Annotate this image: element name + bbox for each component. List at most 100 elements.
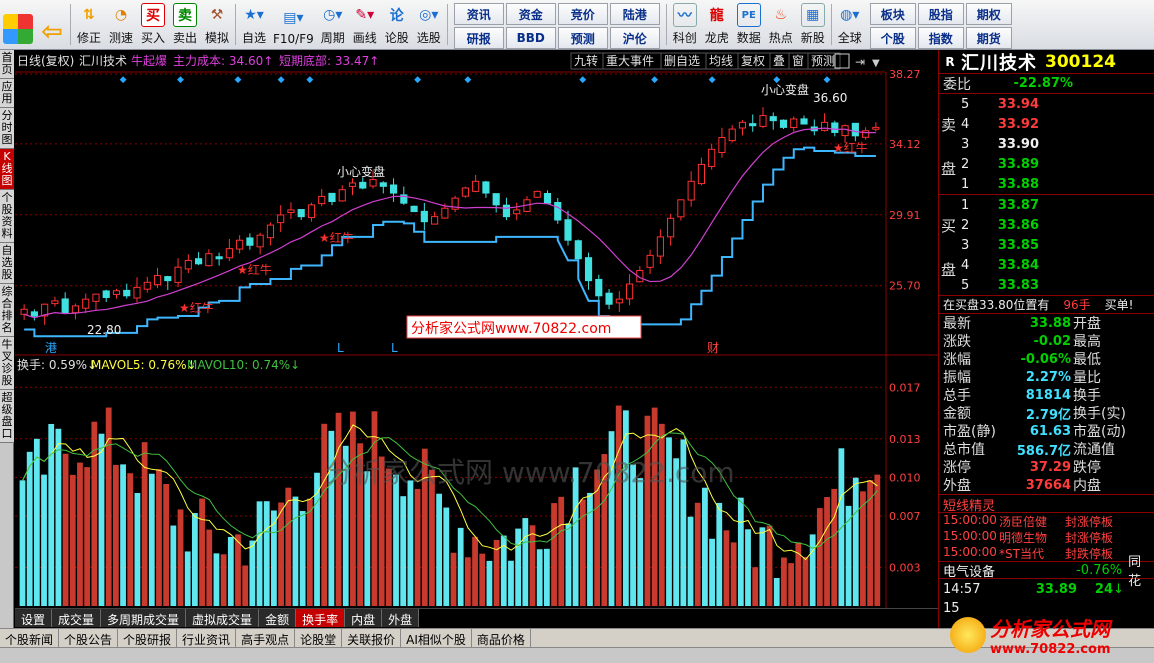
indicator-tab[interactable]: 内盘	[345, 609, 383, 627]
event-marker-icon[interactable]: ◆	[709, 75, 716, 85]
funds-button[interactable]: 资金	[505, 3, 556, 25]
sellbook-level[interactable]: 1 33.88	[939, 174, 1154, 194]
info-button[interactable]: 资讯	[453, 3, 504, 25]
candle-body	[348, 182, 357, 187]
buybook-level[interactable]: 2 33.86	[939, 215, 1154, 235]
news-tab[interactable]: 论股堂	[295, 629, 343, 647]
elf-item[interactable]: 15:00:00 *ST当代 封跌停板	[939, 545, 1154, 561]
dropdown-arrow-icon[interactable]: ▼	[872, 58, 880, 69]
left-tab-4[interactable]: 个股资料	[0, 190, 14, 243]
sell-button[interactable]: 卖卖出	[169, 0, 201, 49]
hot-button[interactable]: ♨ 热点	[765, 0, 797, 49]
watchlist-button[interactable]: ★▾ 自选	[238, 0, 270, 49]
buybook-level[interactable]: 3 33.85	[939, 235, 1154, 255]
f10-button[interactable]: ▤▾ F10/F9	[270, 0, 317, 49]
news-tab[interactable]: 商品价格	[472, 629, 531, 647]
sh-london-button[interactable]: 沪伦	[609, 27, 660, 49]
event-marker-icon[interactable]: ◆	[824, 75, 831, 85]
options-button[interactable]: 期权	[965, 3, 1012, 25]
back-button[interactable]: ⇦	[36, 0, 68, 49]
sci-tech-button[interactable]: 〰科创	[669, 0, 701, 49]
event-marker-icon[interactable]: ◆	[414, 75, 421, 85]
next-arrow-icon[interactable]: ⇥	[855, 55, 865, 69]
left-tab-0[interactable]: 首页	[0, 50, 14, 79]
left-tab-5[interactable]: 自选股	[0, 243, 14, 284]
marker-label[interactable]: 港	[45, 341, 57, 355]
auction-button[interactable]: 竞价	[557, 3, 608, 25]
indicator-tab[interactable]: 虚拟成交量	[186, 609, 260, 627]
bbd-button[interactable]: BBD	[505, 27, 556, 49]
news-tab[interactable]: 高手观点	[236, 629, 296, 647]
index-futures-button[interactable]: 股指	[917, 3, 964, 25]
turnover-bar	[98, 433, 105, 606]
event-marker-icon[interactable]: ◆	[464, 75, 471, 85]
period-button[interactable]: ◷▾ 周期	[317, 0, 349, 49]
indicator-tab[interactable]: 设置	[15, 609, 53, 627]
new-stock-button[interactable]: ▦ 新股	[797, 0, 829, 49]
global-button[interactable]: ◍▾ 全球	[834, 0, 866, 49]
stopwatch-icon: ◔	[114, 7, 128, 23]
short-bottom-value: 短期底部: 33.47↑	[279, 53, 379, 68]
marker-label[interactable]: L	[337, 341, 344, 355]
turnover-bar	[192, 513, 198, 606]
elf-item[interactable]: 15:00:00 明德生物 封涨停板	[939, 529, 1154, 545]
stock-picker-button[interactable]: ◎▾ 选股	[413, 0, 445, 49]
indicator-tab[interactable]: 多周期成交量	[101, 609, 187, 627]
simulate-button[interactable]: ⚒ 模拟	[201, 0, 233, 49]
speed-test-button[interactable]: ◔ 测速	[105, 0, 137, 49]
left-tab-7[interactable]: 牛叉诊股	[0, 337, 14, 390]
news-tab[interactable]: 个股研报	[118, 629, 178, 647]
event-marker-icon[interactable]: ◆	[235, 75, 242, 85]
news-tab[interactable]: 行业资讯	[177, 629, 237, 647]
news-tab[interactable]: AI相似个股	[401, 629, 472, 647]
buybook-level[interactable]: 4 33.84	[939, 255, 1154, 275]
event-marker-icon[interactable]: ◆	[278, 75, 285, 85]
hk-connect-button[interactable]: 陆港	[609, 3, 660, 25]
sellbook-side-label: 卖盘	[941, 116, 957, 178]
app-logo[interactable]	[0, 0, 36, 49]
buybook-level[interactable]: 1 33.87	[939, 195, 1154, 215]
left-tab-1[interactable]: 应用	[0, 79, 14, 108]
futures-button[interactable]: 期货	[965, 27, 1012, 49]
stocks-button[interactable]: 个股	[869, 27, 916, 49]
sellbook-level[interactable]: 3 33.90	[939, 134, 1154, 154]
news-tab[interactable]: 个股公告	[59, 629, 119, 647]
indices-button[interactable]: 指数	[917, 27, 964, 49]
news-tab[interactable]: 个股新闻	[0, 629, 60, 647]
data-button[interactable]: PE 数据	[733, 0, 765, 49]
left-tab-8[interactable]: 超级盘口	[0, 390, 14, 443]
elf-item[interactable]: 15:00:00 汤臣倍健 封涨停板	[939, 513, 1154, 529]
sellbook-level[interactable]: 4 33.92	[939, 114, 1154, 134]
indicator-tab[interactable]: 换手率	[296, 609, 346, 627]
indicator-tab[interactable]: 金额	[259, 609, 297, 627]
indicator-tab[interactable]: 成交量	[52, 609, 102, 627]
event-marker-icon[interactable]: ◆	[306, 75, 313, 85]
indicator-tab[interactable]: 外盘	[382, 609, 420, 627]
turnover-bar	[156, 469, 162, 606]
discuss-button[interactable]: 论论股	[381, 0, 413, 49]
draw-line-button[interactable]: ✎▾ 画线	[349, 0, 381, 49]
sector-row[interactable]: 电气设备 -0.76% 同花	[939, 555, 1154, 589]
left-tab-2[interactable]: 分时图	[0, 108, 14, 149]
event-marker-icon[interactable]: ◆	[579, 75, 586, 85]
news-tab[interactable]: 关联报价	[342, 629, 402, 647]
turnover-bar	[702, 487, 708, 606]
left-tab-3[interactable]: K线图	[0, 149, 14, 190]
event-marker-icon[interactable]: ◆	[177, 75, 184, 85]
kline-chart-svg[interactable]: 日线(复权) 汇川技术 牛起爆 主力成本: 34.60↑ 短期底部: 33.47…	[15, 50, 938, 608]
event-marker-icon[interactable]: ◆	[651, 75, 658, 85]
kline-chart-area[interactable]: 日线(复权) 汇川技术 牛起爆 主力成本: 34.60↑ 短期底部: 33.47…	[15, 50, 938, 608]
sellbook-level[interactable]: 2 33.89	[939, 154, 1154, 174]
sector-button[interactable]: 板块	[869, 3, 916, 25]
sellbook-level[interactable]: 5 33.94	[939, 94, 1154, 114]
buy-button[interactable]: 买买入	[137, 0, 169, 49]
forecast-button[interactable]: 预测	[557, 27, 608, 49]
dragon-tiger-button[interactable]: 龍龙虎	[701, 0, 733, 49]
marker-label[interactable]: L	[391, 341, 398, 355]
left-tab-6[interactable]: 综合排名	[0, 284, 14, 337]
fix-button[interactable]: ⇅ 修正	[73, 0, 105, 49]
research-button[interactable]: 研报	[453, 27, 504, 49]
event-marker-icon[interactable]: ◆	[120, 75, 127, 85]
marker-label[interactable]: 财	[707, 341, 719, 355]
buybook-level[interactable]: 5 33.83	[939, 275, 1154, 295]
